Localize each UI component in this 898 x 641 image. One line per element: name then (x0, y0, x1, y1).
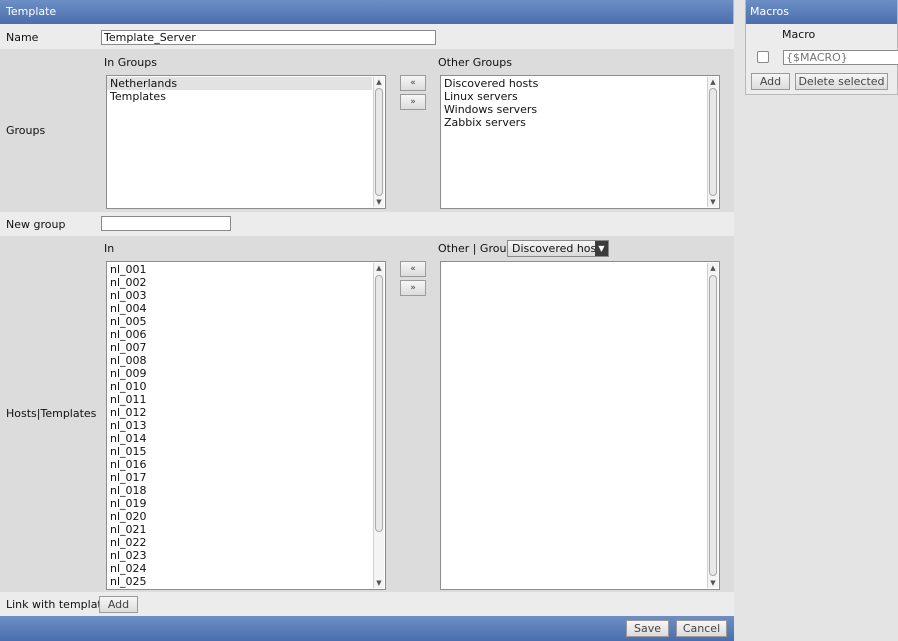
macro-checkbox[interactable] (757, 51, 769, 63)
scroll-up-icon[interactable]: ▲ (708, 263, 718, 273)
list-item[interactable]: Templates (107, 90, 372, 103)
list-item[interactable]: nl_004 (107, 302, 372, 315)
list-item[interactable]: nl_018 (107, 484, 372, 497)
list-item[interactable]: nl_012 (107, 406, 372, 419)
scroll-thumb[interactable] (709, 88, 717, 196)
hosts-other-list[interactable]: ▲ ▼ (440, 261, 720, 590)
list-item[interactable]: nl_013 (107, 419, 372, 432)
scroll-thumb[interactable] (709, 275, 717, 576)
group-select-value: Discovered hosts (512, 242, 607, 255)
list-item[interactable]: nl_007 (107, 341, 372, 354)
name-input[interactable] (101, 30, 436, 45)
new-group-label: New group (6, 218, 66, 231)
list-item[interactable]: nl_023 (107, 549, 372, 562)
macro-delete-selected-button[interactable]: Delete selected (795, 73, 888, 90)
list-item[interactable]: nl_016 (107, 458, 372, 471)
list-item[interactable]: nl_017 (107, 471, 372, 484)
new-group-row: New group (0, 212, 734, 236)
list-item[interactable]: nl_005 (107, 315, 372, 328)
hosts-in-list[interactable]: nl_001 nl_002 nl_003 nl_004 nl_005 nl_006 nl_0… (106, 261, 386, 590)
name-label: Name (6, 31, 39, 44)
list-item[interactable]: nl_022 (107, 536, 372, 549)
groups-row: Groups In Groups Other Groups Netherland… (0, 49, 734, 212)
list-item[interactable]: nl_015 (107, 445, 372, 458)
list-item[interactable]: nl_011 (107, 393, 372, 406)
save-button[interactable]: Save (626, 620, 669, 637)
list-item[interactable]: nl_002 (107, 276, 372, 289)
chevron-down-icon[interactable]: ▼ (595, 241, 608, 256)
groups-label: Groups (6, 124, 46, 137)
scroll-up-icon[interactable]: ▲ (374, 77, 384, 87)
in-groups-list[interactable]: Netherlands Templates ▲ ▼ (106, 75, 386, 209)
list-item[interactable]: nl_001 (107, 263, 372, 276)
other-groups-header: Other Groups (438, 56, 512, 69)
list-item[interactable]: Netherlands (107, 77, 372, 90)
in-groups-header: In Groups (104, 56, 157, 69)
link-template-add-button[interactable]: Add (99, 596, 138, 613)
list-item[interactable]: nl_021 (107, 523, 372, 536)
groups-move-right-button[interactable]: » (400, 94, 426, 110)
scroll-thumb[interactable] (375, 88, 383, 196)
hosts-in-scrollbar[interactable]: ▲ ▼ (373, 263, 384, 588)
other-groups-list[interactable]: Discovered hosts Linux servers Windows ser… (440, 75, 720, 209)
list-item[interactable]: Discovered hosts (441, 77, 706, 90)
macros-panel: Macros Macro Add Delete selected (745, 0, 898, 95)
other-groups-scrollbar[interactable]: ▲ ▼ (707, 77, 718, 207)
scroll-down-icon[interactable]: ▼ (374, 578, 384, 588)
list-item[interactable]: nl_003 (107, 289, 372, 302)
other-group-label: Other | Group (438, 242, 514, 255)
list-item[interactable]: nl_006 (107, 328, 372, 341)
hosts-move-left-button[interactable]: « (400, 261, 426, 277)
list-item[interactable]: nl_014 (107, 432, 372, 445)
list-item[interactable]: Linux servers (441, 90, 706, 103)
list-item[interactable]: Windows servers (441, 103, 706, 116)
hosts-other-scrollbar[interactable]: ▲ ▼ (707, 263, 718, 588)
link-template-label: Link with template (6, 598, 109, 611)
list-item[interactable]: nl_010 (107, 380, 372, 393)
scroll-thumb[interactable] (375, 275, 383, 532)
group-select[interactable]: Discovered hosts ▼ (507, 240, 609, 257)
cancel-button[interactable]: Cancel (676, 620, 727, 637)
list-item[interactable]: nl_019 (107, 497, 372, 510)
template-title: Template (0, 0, 733, 24)
new-group-input[interactable] (101, 216, 231, 231)
list-item[interactable]: nl_008 (107, 354, 372, 367)
hosts-row: Hosts|Templates In Other | Group Discove… (0, 236, 734, 592)
form-footer: Save Cancel (0, 616, 734, 641)
macros-title: Macros (746, 0, 897, 24)
list-item[interactable]: nl_020 (107, 510, 372, 523)
template-panel: Template Name Groups In Groups Other Gro… (0, 0, 734, 641)
groups-move-left-button[interactable]: « (400, 75, 426, 91)
name-row: Name (0, 24, 734, 49)
list-item[interactable]: Zabbix servers (441, 116, 706, 129)
scroll-down-icon[interactable]: ▼ (708, 578, 718, 588)
link-template-row: Link with template Add (0, 592, 734, 616)
list-item[interactable]: nl_009 (107, 367, 372, 380)
macro-input[interactable] (783, 50, 898, 65)
in-header: In (104, 242, 115, 255)
in-groups-scrollbar[interactable]: ▲ ▼ (373, 77, 384, 207)
scroll-down-icon[interactable]: ▼ (708, 197, 718, 207)
list-item[interactable]: nl_024 (107, 562, 372, 575)
macro-add-button[interactable]: Add (751, 73, 790, 90)
scroll-down-icon[interactable]: ▼ (374, 197, 384, 207)
scroll-up-icon[interactable]: ▲ (708, 77, 718, 87)
hosts-move-right-button[interactable]: » (400, 280, 426, 296)
macro-column-header: Macro (782, 28, 816, 41)
list-item[interactable]: nl_025 (107, 575, 372, 588)
hosts-label: Hosts|Templates (6, 407, 97, 420)
scroll-up-icon[interactable]: ▲ (374, 263, 384, 273)
